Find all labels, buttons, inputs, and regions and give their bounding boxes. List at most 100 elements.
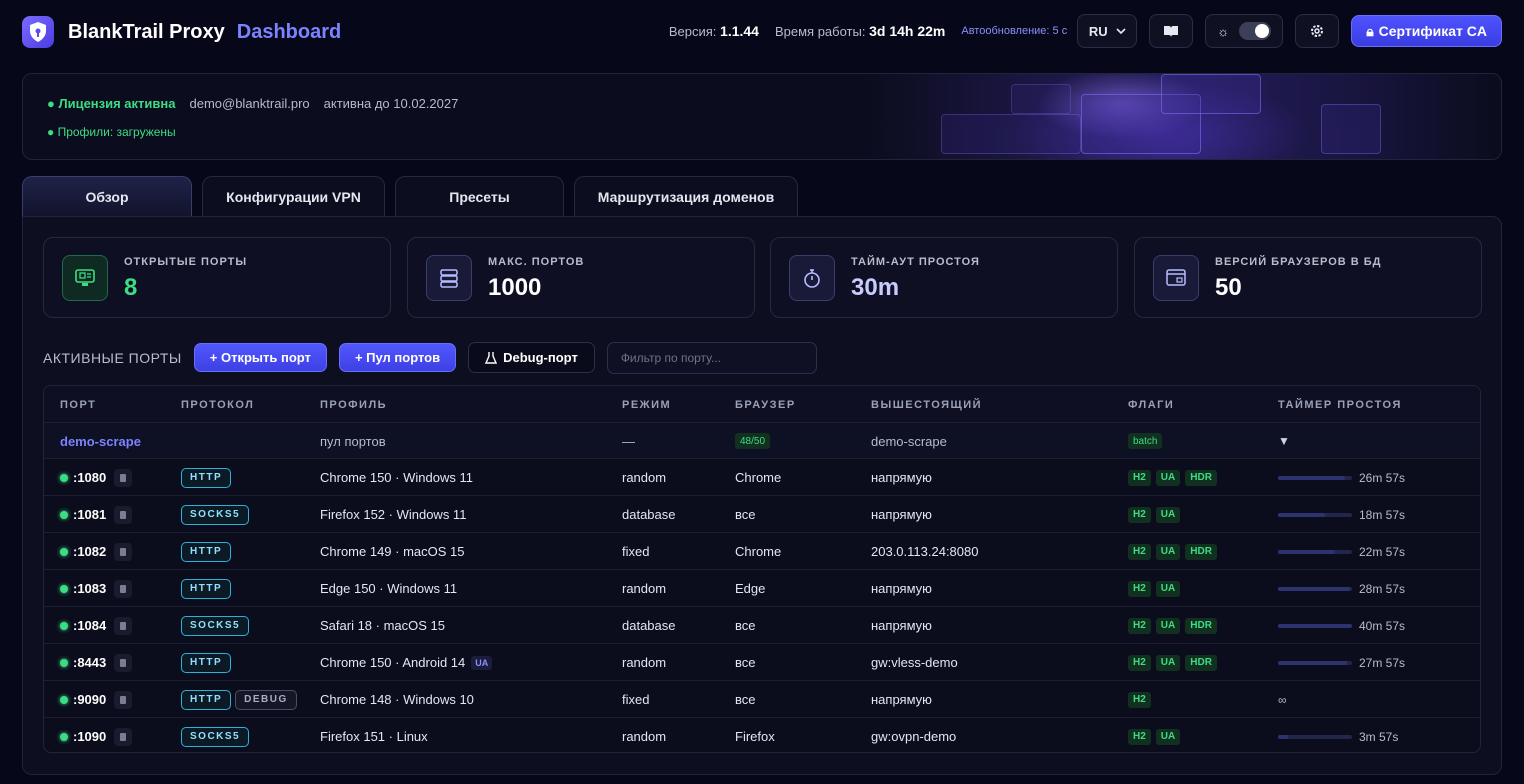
idle-progress-fill <box>1278 623 1352 628</box>
autorefresh-label: Автообновление: 5 с <box>961 25 1068 37</box>
idle-progress-fill <box>1278 734 1288 739</box>
idle-progress-bar <box>1278 586 1352 591</box>
tab-overview[interactable]: Обзор <box>22 176 192 216</box>
table-row[interactable]: :1080 HTTP Chrome 150 · Windows 11 rando… <box>44 459 1480 496</box>
tab-presets[interactable]: Пресеты <box>395 176 564 216</box>
chevron-down-icon <box>1116 28 1126 35</box>
mode-value: random <box>622 655 667 670</box>
idle-progress-fill <box>1278 512 1325 517</box>
browser-value: все <box>735 618 756 633</box>
profile-name: Safari 18 · macOS 15 <box>320 618 445 633</box>
brand-subtitle: Dashboard <box>236 20 342 43</box>
port-number: :1081 <box>73 507 107 522</box>
col-upstream: ВЫШЕСТОЯЩИЙ <box>871 398 983 411</box>
copy-icon[interactable] <box>114 727 133 746</box>
stat-label: ОТКРЫТЫЕ ПОРТЫ <box>124 256 248 268</box>
col-browser: БРАУЗЕР <box>735 398 796 411</box>
flag-badge: H2 <box>1128 543 1151 560</box>
protocol-badge: DEBUG <box>235 689 297 710</box>
upstream-value: напрямую <box>871 507 932 522</box>
col-profile: ПРОФИЛЬ <box>320 398 388 411</box>
settings-button[interactable] <box>1295 14 1340 48</box>
copy-icon[interactable] <box>114 505 133 524</box>
mode-value: database <box>622 618 676 633</box>
stat-value: 30m <box>851 274 900 301</box>
stat-value: 1000 <box>488 274 542 301</box>
table-row[interactable]: :1083 HTTP Edge 150 · Windows 11 random … <box>44 570 1480 607</box>
port-number: :1090 <box>73 729 107 744</box>
idle-progress-bar <box>1278 475 1352 480</box>
status-dot <box>60 658 68 667</box>
status-dot <box>60 621 68 630</box>
table-row[interactable]: :1090 SOCKS5 Firefox 151 · Linux random … <box>44 718 1480 752</box>
stat-card-max-ports: МАКС. ПОРТОВ 1000 <box>407 237 755 318</box>
table-header: ПОРТ ПРОТОКОЛ ПРОФИЛЬ РЕЖИМ БРАУЗЕР ВЫШЕ… <box>44 386 1480 423</box>
ca-certificate-button[interactable]: 🔒︎ Сертификат CA <box>1351 15 1502 47</box>
profile-name: Chrome 149 · macOS 15 <box>320 544 465 559</box>
port-number: :1080 <box>73 470 107 485</box>
copy-icon[interactable] <box>114 542 133 561</box>
flag-badge: H2 <box>1128 580 1151 597</box>
port-pool-button[interactable]: + Пул портов <box>338 343 457 372</box>
browser-value: Chrome <box>735 544 782 559</box>
language-select[interactable]: RU <box>1077 14 1138 48</box>
table-row[interactable]: :8443 HTTP Chrome 150 · Android 14 UA ran… <box>44 644 1480 681</box>
protocol-badge: HTTP <box>181 652 232 673</box>
pool-profile: пул портов <box>320 433 386 449</box>
ports-toolbar: АКТИВНЫЕ ПОРТЫ + Открыть порт + Пул порт… <box>43 341 817 374</box>
license-expiry: активна до 10.02.2027 <box>323 96 459 111</box>
theme-toggle[interactable]: ☼ <box>1205 14 1284 48</box>
docs-button[interactable] <box>1149 14 1194 48</box>
idle-progress-fill <box>1278 475 1345 480</box>
profile-name: Firefox 152 · Windows 11 <box>320 507 467 522</box>
table-row[interactable]: :1082 HTTP Chrome 149 · macOS 15 fixed C… <box>44 533 1480 570</box>
copy-icon[interactable] <box>114 653 133 672</box>
mode-value: fixed <box>622 692 650 707</box>
pool-name: demo-scrape <box>60 433 141 449</box>
monitor-icon <box>62 255 108 301</box>
section-title: АКТИВНЫЕ ПОРТЫ <box>43 349 182 366</box>
browser-value: все <box>735 692 756 707</box>
flag-badge: UA <box>1155 506 1181 523</box>
idle-progress-bar <box>1278 734 1352 739</box>
stat-value: 50 <box>1215 274 1242 301</box>
table-row[interactable]: :9090 HTTP DEBUG Chrome 148 · Windows 10 … <box>44 681 1480 718</box>
stat-label: МАКС. ПОРТОВ <box>488 256 585 268</box>
open-port-button[interactable]: + Открыть порт <box>193 343 327 372</box>
stat-card-browser-versions: ВЕРСИЙ БРАУЗЕРОВ В БД 50 <box>1134 237 1482 318</box>
idle-timer-value: 22m 57s <box>1359 544 1406 559</box>
copy-icon[interactable] <box>114 468 133 487</box>
theme-switch[interactable] <box>1239 22 1272 40</box>
flag-badge: H2 <box>1128 506 1151 523</box>
idle-timer-value: 40m 57s <box>1359 618 1406 633</box>
profiles-status: ● Профили: загружены <box>47 125 176 139</box>
port-filter-input[interactable] <box>606 341 817 374</box>
tab-vpn-configs[interactable]: Конфигурации VPN <box>202 176 385 216</box>
profile-name: Chrome 150 · Android 14 <box>320 655 466 670</box>
flag-badge: UA <box>1155 469 1181 486</box>
book-icon <box>1164 26 1179 37</box>
license-email: demo@blanktrail.pro <box>189 96 310 111</box>
status-dot <box>60 732 68 741</box>
flag-badge: H2 <box>1128 617 1151 634</box>
copy-icon[interactable] <box>114 690 133 709</box>
main-tabs: Обзор Конфигурации VPN Пресеты Маршрутиз… <box>22 176 798 216</box>
table-row[interactable]: :1081 SOCKS5 Firefox 152 · Windows 11 da… <box>44 496 1480 533</box>
flag-badge: UA <box>1155 580 1181 597</box>
license-banner: ● Лицензия активна demo@blanktrail.pro а… <box>22 73 1502 160</box>
tab-domain-routing[interactable]: Маршрутизация доменов <box>574 176 798 216</box>
ports-table: ПОРТ ПРОТОКОЛ ПРОФИЛЬ РЕЖИМ БРАУЗЕР ВЫШЕ… <box>43 385 1481 753</box>
profile-name: Edge 150 · Windows 11 <box>320 581 458 596</box>
table-row[interactable]: :1084 SOCKS5 Safari 18 · macOS 15 databa… <box>44 607 1480 644</box>
pool-row[interactable]: demo-scrape пул портов — 48/50 demo-scra… <box>44 423 1480 459</box>
port-number: :9090 <box>73 692 107 707</box>
idle-timer-value: 3m 57s <box>1359 729 1399 744</box>
debug-port-button[interactable]: Debug-порт <box>468 342 595 373</box>
protocol-badge: SOCKS5 <box>181 504 250 525</box>
idle-timer-value: 27m 57s <box>1359 655 1406 670</box>
protocol-badge: HTTP <box>181 578 232 599</box>
expand-caret-icon[interactable]: ▼ <box>1278 423 1290 459</box>
copy-icon[interactable] <box>114 616 133 635</box>
idle-progress-bar <box>1278 623 1352 628</box>
copy-icon[interactable] <box>114 579 133 598</box>
